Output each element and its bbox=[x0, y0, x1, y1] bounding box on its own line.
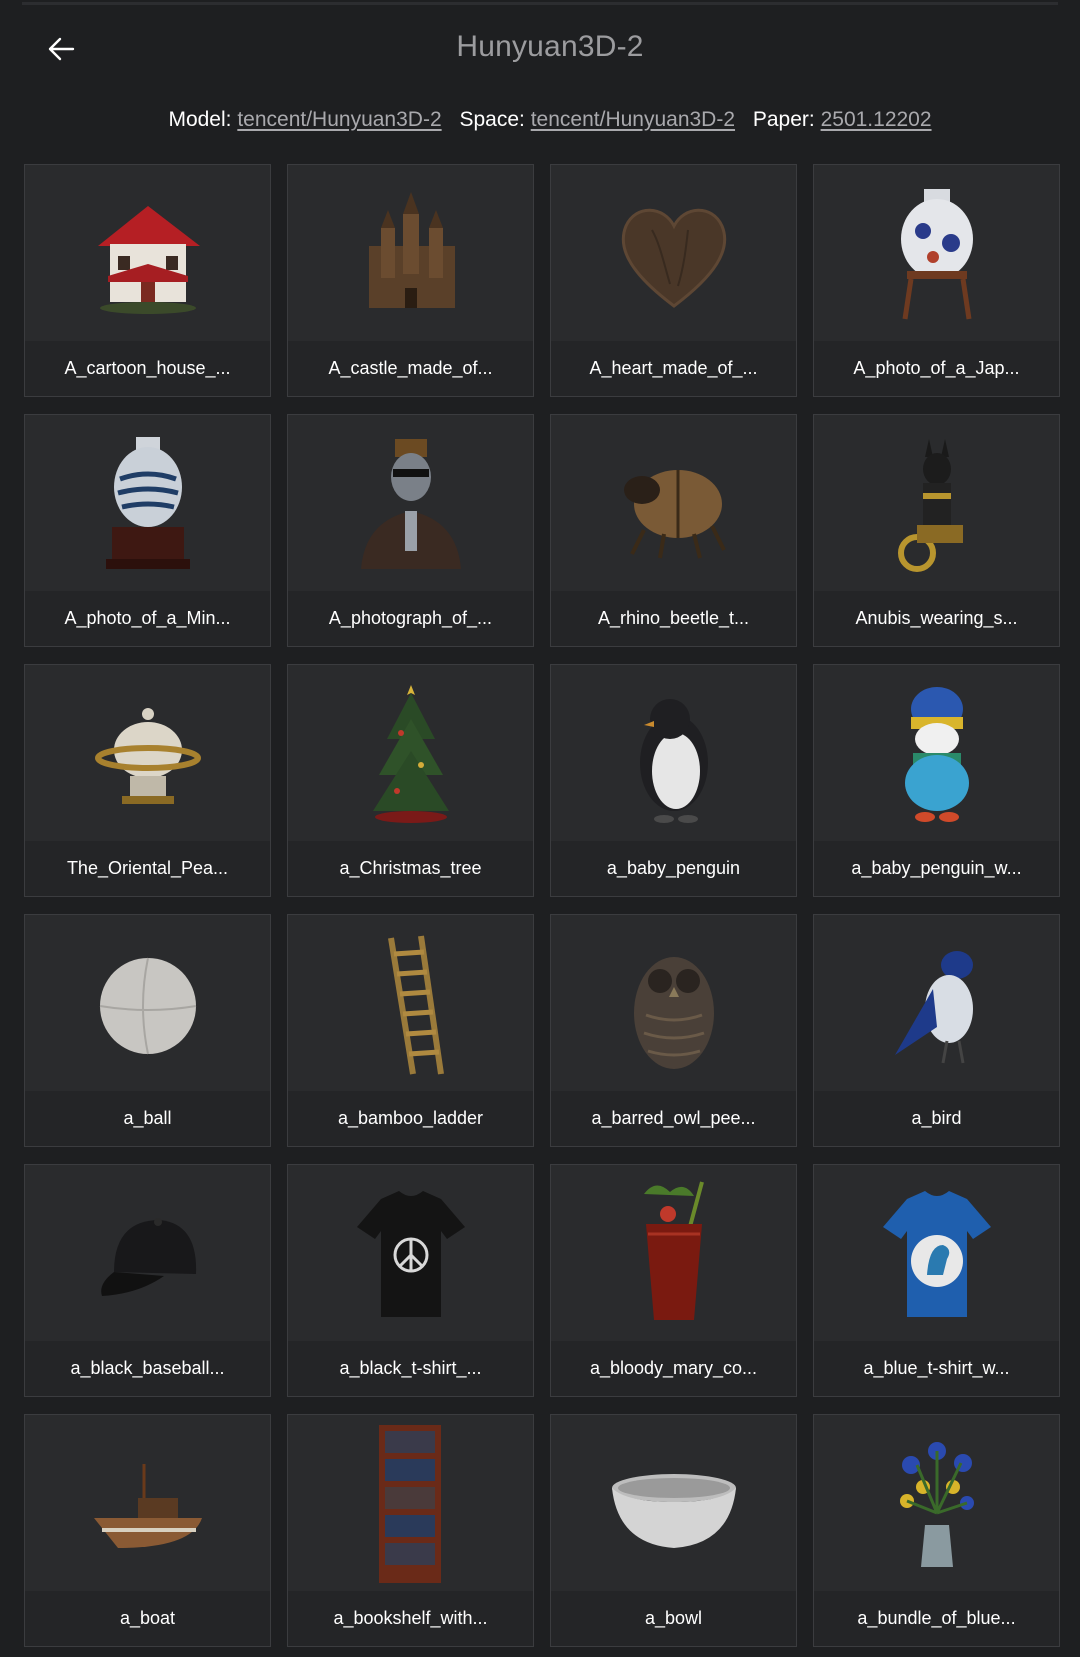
card-label: a_baby_penguin bbox=[551, 841, 796, 896]
owl-model-thumbnail bbox=[551, 915, 796, 1092]
bookshelf-model-thumbnail bbox=[288, 1415, 533, 1592]
card-label: a_baby_penguin_w... bbox=[814, 841, 1059, 896]
card-label: The_Oriental_Pea... bbox=[25, 841, 270, 896]
oriental-pearl-model-thumbnail bbox=[25, 665, 270, 842]
flowers-model-thumbnail bbox=[814, 1415, 1059, 1592]
card-label: A_rhino_beetle_t... bbox=[551, 591, 796, 646]
ball-model-thumbnail bbox=[25, 915, 270, 1092]
card-label: a_bamboo_ladder bbox=[288, 1091, 533, 1146]
card-label: a_barred_owl_pee... bbox=[551, 1091, 796, 1146]
gallery-card[interactable]: A_rhino_beetle_t... bbox=[550, 414, 797, 647]
baseball-cap-model-thumbnail bbox=[25, 1165, 270, 1342]
card-label: A_castle_made_of... bbox=[288, 341, 533, 396]
gallery-card[interactable]: a_black_t-shirt_... bbox=[287, 1164, 534, 1397]
page-title: Hunyuan3D-2 bbox=[456, 30, 644, 63]
gallery-card[interactable]: Anubis_wearing_s... bbox=[813, 414, 1060, 647]
card-label: Anubis_wearing_s... bbox=[814, 591, 1059, 646]
card-label: a_bowl bbox=[551, 1591, 796, 1646]
christmas-tree-model-thumbnail bbox=[288, 665, 533, 842]
blue-tshirt-model-thumbnail bbox=[814, 1165, 1059, 1342]
card-label: a_blue_t-shirt_w... bbox=[814, 1341, 1059, 1396]
gallery-card[interactable]: a_barred_owl_pee... bbox=[550, 914, 797, 1147]
gallery-card[interactable]: a_boat bbox=[24, 1414, 271, 1647]
gallery-card[interactable]: a_bloody_mary_co... bbox=[550, 1164, 797, 1397]
ladder-model-thumbnail bbox=[288, 915, 533, 1092]
bust-model-thumbnail bbox=[288, 415, 533, 592]
house-model-thumbnail bbox=[25, 165, 270, 342]
card-label: a_boat bbox=[25, 1591, 270, 1646]
bird-model-thumbnail bbox=[814, 915, 1059, 1092]
japanese-vase-model-thumbnail bbox=[814, 165, 1059, 342]
space-link-group: Space: tencent/Hunyuan3D-2 bbox=[459, 108, 740, 131]
card-label: a_black_t-shirt_... bbox=[288, 1341, 533, 1396]
gallery-card[interactable]: The_Oriental_Pea... bbox=[24, 664, 271, 897]
gallery-card[interactable]: a_bamboo_ladder bbox=[287, 914, 534, 1147]
card-label: A_photograph_of_... bbox=[288, 591, 533, 646]
beetle-model-thumbnail bbox=[551, 415, 796, 592]
card-label: a_bloody_mary_co... bbox=[551, 1341, 796, 1396]
gallery-card[interactable]: a_blue_t-shirt_w... bbox=[813, 1164, 1060, 1397]
bowl-model-thumbnail bbox=[551, 1415, 796, 1592]
gallery-card[interactable]: a_Christmas_tree bbox=[287, 664, 534, 897]
card-label: a_bookshelf_with... bbox=[288, 1591, 533, 1646]
card-label: A_photo_of_a_Jap... bbox=[814, 341, 1059, 396]
model-link-group: Model: tencent/Hunyuan3D-2 bbox=[168, 108, 447, 131]
gallery-card[interactable]: A_heart_made_of_... bbox=[550, 164, 797, 397]
model-label: Model: bbox=[168, 108, 232, 131]
wooden-heart-model-thumbnail bbox=[551, 165, 796, 342]
card-label: a_bird bbox=[814, 1091, 1059, 1146]
black-tshirt-model-thumbnail bbox=[288, 1165, 533, 1342]
gallery-card[interactable]: a_bird bbox=[813, 914, 1060, 1147]
card-label: A_heart_made_of_... bbox=[551, 341, 796, 396]
gallery-card[interactable]: A_photo_of_a_Min... bbox=[24, 414, 271, 647]
resource-links: Model: tencent/Hunyuan3D-2 Space: tencen… bbox=[0, 108, 1080, 132]
card-label: a_ball bbox=[25, 1091, 270, 1146]
gallery-card[interactable]: a_black_baseball... bbox=[24, 1164, 271, 1397]
paper-label: Paper: bbox=[752, 108, 815, 131]
gallery-card[interactable]: A_photo_of_a_Jap... bbox=[813, 164, 1060, 397]
penguin-model-thumbnail bbox=[551, 665, 796, 842]
card-label: A_cartoon_house_... bbox=[25, 341, 270, 396]
gallery-card[interactable]: A_castle_made_of... bbox=[287, 164, 534, 397]
model-gallery: A_cartoon_house_... A_castle_made_of... … bbox=[24, 164, 1060, 1647]
space-label: Space: bbox=[459, 108, 525, 131]
model-link[interactable]: tencent/Hunyuan3D-2 bbox=[237, 108, 441, 131]
ming-vase-model-thumbnail bbox=[25, 415, 270, 592]
gallery-card[interactable]: a_baby_penguin bbox=[550, 664, 797, 897]
paper-link[interactable]: 2501.12202 bbox=[821, 108, 932, 131]
gallery-card[interactable]: a_bookshelf_with... bbox=[287, 1414, 534, 1647]
gallery-card[interactable]: a_ball bbox=[24, 914, 271, 1147]
gallery-card[interactable]: a_bundle_of_blue... bbox=[813, 1414, 1060, 1647]
card-label: a_Christmas_tree bbox=[288, 841, 533, 896]
space-link[interactable]: tencent/Hunyuan3D-2 bbox=[531, 108, 735, 131]
gallery-card[interactable]: A_cartoon_house_... bbox=[24, 164, 271, 397]
castle-model-thumbnail bbox=[288, 165, 533, 342]
card-label: a_black_baseball... bbox=[25, 1341, 270, 1396]
cocktail-model-thumbnail bbox=[551, 1165, 796, 1342]
gallery-card[interactable]: a_bowl bbox=[550, 1414, 797, 1647]
card-label: a_bundle_of_blue... bbox=[814, 1591, 1059, 1646]
header: Hunyuan3D-2 bbox=[0, 0, 1080, 100]
card-label: A_photo_of_a_Min... bbox=[25, 591, 270, 646]
boat-model-thumbnail bbox=[25, 1415, 270, 1592]
penguin-hat-model-thumbnail bbox=[814, 665, 1059, 842]
paper-link-group: Paper: 2501.12202 bbox=[753, 108, 932, 131]
gallery-card[interactable]: a_baby_penguin_w... bbox=[813, 664, 1060, 897]
anubis-motorcycle-model-thumbnail bbox=[814, 415, 1059, 592]
gallery-card[interactable]: A_photograph_of_... bbox=[287, 414, 534, 647]
